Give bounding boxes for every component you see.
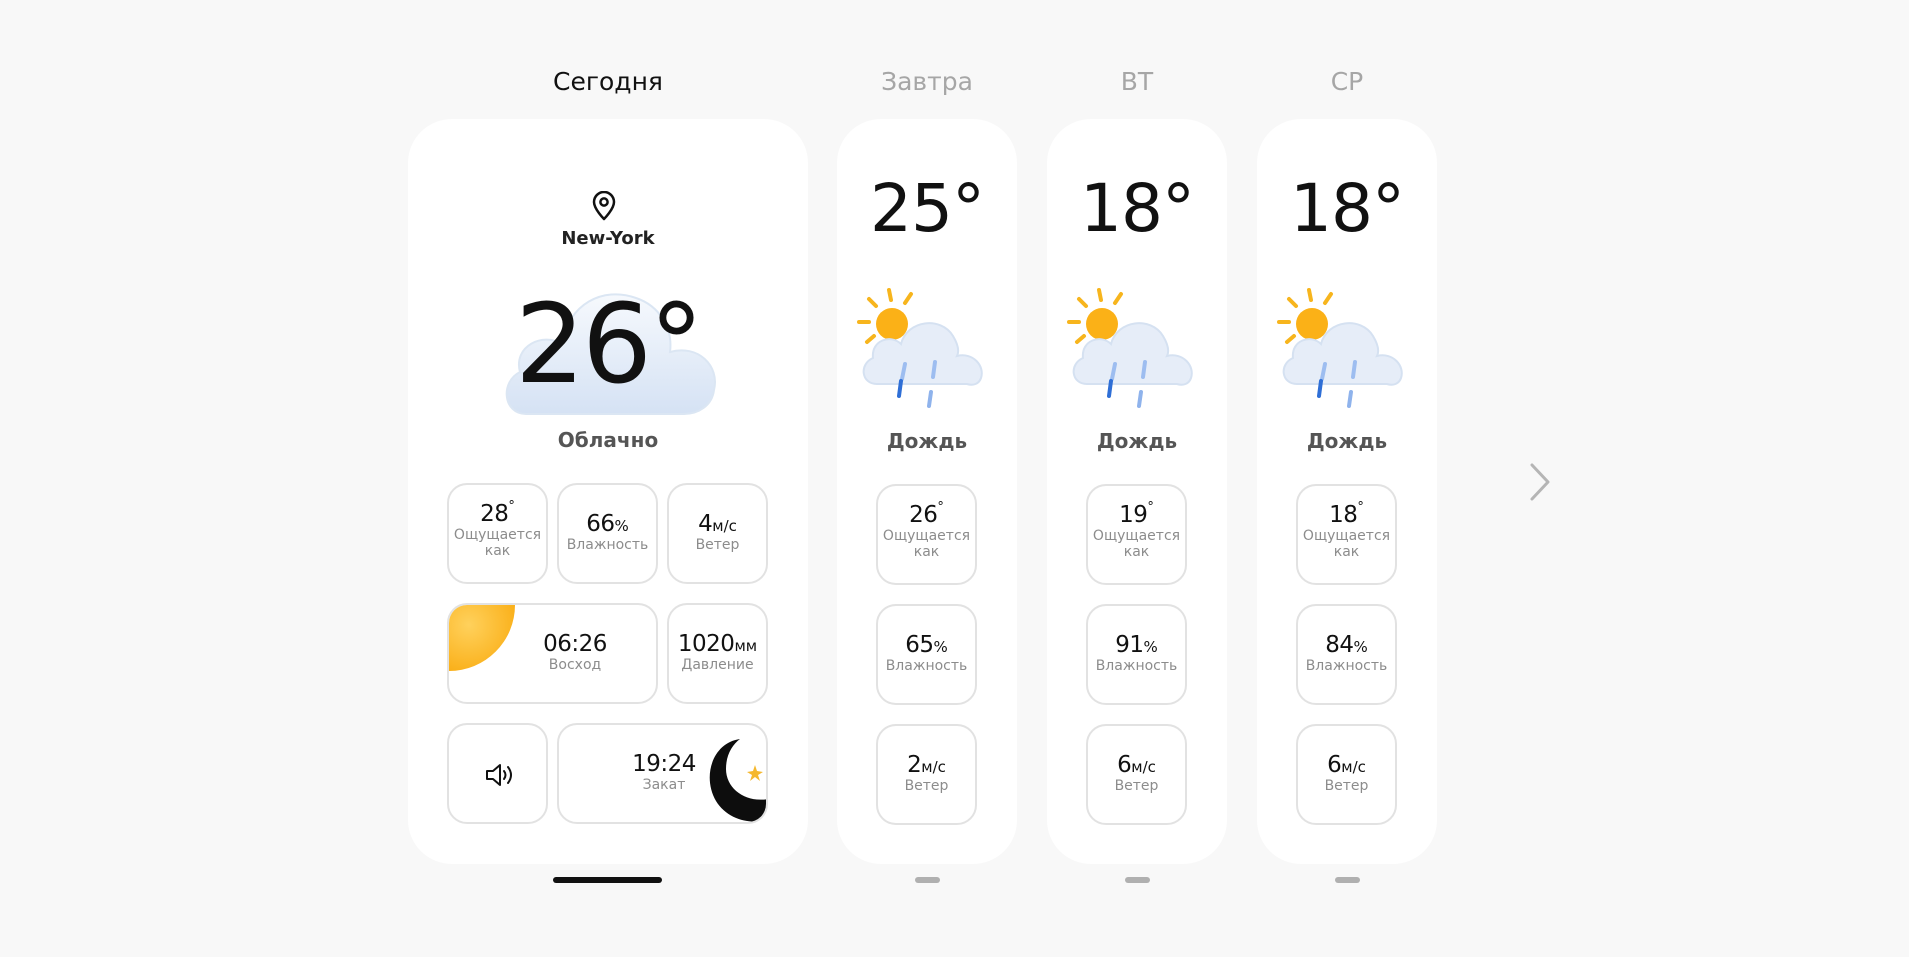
- location-name: New-York: [561, 228, 655, 249]
- degree-sign: °: [937, 500, 944, 515]
- wind-value: 6: [1327, 752, 1342, 778]
- humidity-tile: 66% Влажность: [557, 483, 658, 584]
- page-indicator-tuesday[interactable]: [1125, 877, 1150, 883]
- sun-cloud-rain-icon: [855, 284, 990, 418]
- humidity-tile: 91% Влажность: [1086, 604, 1187, 705]
- forecast-condition: Дождь: [1096, 429, 1178, 453]
- sunrise-time: 06:26: [543, 631, 607, 657]
- today-card: New-York 26° Облачно 28° Ощущается как 6…: [408, 119, 808, 864]
- wind-label: Ветер: [1114, 778, 1159, 794]
- forecast-temperature: 18°: [1290, 170, 1405, 247]
- feels-like-value: 26: [909, 502, 938, 528]
- pressure-label: Давление: [681, 657, 754, 673]
- forecast-card-tomorrow: 25° Дождь 26° Ощущается как 65% Влажност…: [837, 119, 1017, 864]
- next-button[interactable]: [1522, 457, 1558, 507]
- sun-cloud-rain-icon: [1275, 284, 1410, 418]
- degree-sign: °: [508, 499, 515, 514]
- pressure-tile: 1020мм Давление: [667, 603, 768, 704]
- tab-tuesday[interactable]: ВТ: [1047, 62, 1227, 102]
- humidity-value: 65: [905, 632, 934, 658]
- tab-tomorrow[interactable]: Завтра: [837, 62, 1017, 102]
- feels-like-label: Ощущается как: [1092, 528, 1181, 560]
- tab-today[interactable]: Сегодня: [408, 62, 808, 102]
- sun-icon: [449, 605, 515, 677]
- feels-like-label: Ощущается как: [453, 527, 542, 559]
- speaker-icon: [484, 760, 516, 794]
- humidity-tile: 84% Влажность: [1296, 604, 1397, 705]
- humidity-unit: %: [1143, 638, 1158, 656]
- sunrise-tile: 06:26 Восход: [447, 603, 658, 704]
- wind-unit: м/с: [712, 517, 737, 535]
- wind-tile: 6м/с Ветер: [1086, 724, 1187, 825]
- feels-like-label: Ощущается как: [882, 528, 971, 560]
- pressure-value: 1020: [677, 631, 735, 657]
- feels-like-label: Ощущается как: [1302, 528, 1391, 560]
- page-indicator-tomorrow[interactable]: [915, 877, 940, 883]
- location-pin-icon: [591, 190, 617, 225]
- wind-unit: м/с: [1341, 758, 1366, 776]
- pressure-unit: мм: [734, 637, 758, 655]
- forecast-card-tuesday: 18° Дождь 19° Ощущается как 91% Влажност…: [1047, 119, 1227, 864]
- today-temperature: 26°: [515, 280, 704, 408]
- humidity-label: Влажность: [1305, 658, 1388, 674]
- wind-label: Ветер: [904, 778, 949, 794]
- degree-sign: °: [1147, 500, 1154, 515]
- sound-button[interactable]: [447, 723, 548, 824]
- sun-cloud-rain-icon: [1065, 284, 1200, 418]
- degree-sign: °: [1357, 500, 1364, 515]
- humidity-unit: %: [614, 517, 629, 535]
- page-indicator-wednesday[interactable]: [1335, 877, 1360, 883]
- wind-tile: 2м/с Ветер: [876, 724, 977, 825]
- humidity-label: Влажность: [885, 658, 968, 674]
- forecast-condition: Дождь: [886, 429, 968, 453]
- wind-value: 2: [907, 752, 922, 778]
- humidity-value: 66: [586, 511, 615, 537]
- wind-tile: 6м/с Ветер: [1296, 724, 1397, 825]
- humidity-label: Влажность: [566, 537, 649, 553]
- tab-wednesday[interactable]: СР: [1257, 62, 1437, 102]
- feels-like-value: 28: [480, 501, 509, 527]
- feels-like-tile: 28° Ощущается как: [447, 483, 548, 584]
- sunset-tile: 19:24 Закат: [557, 723, 768, 824]
- humidity-tile: 65% Влажность: [876, 604, 977, 705]
- chevron-right-icon: [1522, 463, 1558, 511]
- wind-label: Ветер: [1324, 778, 1369, 794]
- wind-value: 6: [1117, 752, 1132, 778]
- feels-like-value: 18: [1329, 502, 1358, 528]
- forecast-condition: Дождь: [1306, 429, 1388, 453]
- feels-like-tile: 19° Ощущается как: [1086, 484, 1187, 585]
- feels-like-tile: 18° Ощущается как: [1296, 484, 1397, 585]
- humidity-value: 84: [1325, 632, 1354, 658]
- wind-unit: м/с: [1131, 758, 1156, 776]
- humidity-value: 91: [1115, 632, 1144, 658]
- forecast-card-wednesday: 18° Дождь 18° Ощущается как 84% Влажност…: [1257, 119, 1437, 864]
- humidity-unit: %: [933, 638, 948, 656]
- wind-tile: 4м/с Ветер: [667, 483, 768, 584]
- forecast-temperature: 18°: [1080, 170, 1195, 247]
- wind-value: 4: [698, 511, 713, 537]
- feels-like-value: 19: [1119, 502, 1148, 528]
- forecast-temperature: 25°: [870, 170, 985, 247]
- moon-icon: [698, 737, 766, 822]
- page-indicator-today[interactable]: [553, 877, 662, 883]
- humidity-label: Влажность: [1095, 658, 1178, 674]
- humidity-unit: %: [1353, 638, 1368, 656]
- feels-like-tile: 26° Ощущается как: [876, 484, 977, 585]
- wind-unit: м/с: [921, 758, 946, 776]
- sunrise-label: Восход: [548, 657, 602, 673]
- today-condition: Облачно: [557, 428, 659, 452]
- wind-label: Ветер: [695, 537, 740, 553]
